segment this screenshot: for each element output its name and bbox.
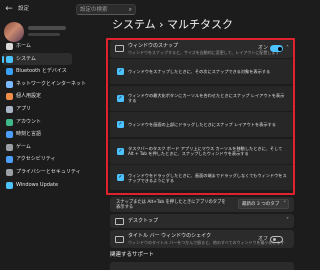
- alt-tab-label-line2: 表示する: [116, 205, 134, 210]
- highlight-box: [106, 38, 295, 195]
- profile-name-placeholder: [28, 26, 66, 30]
- apps-icon: [6, 105, 13, 113]
- desktops-label: デスクトップ: [128, 218, 159, 224]
- monitor-icon: [6, 55, 13, 63]
- account-icon: [6, 118, 13, 126]
- bluetooth-icon: [6, 68, 13, 76]
- sidebar-item-8[interactable]: ゲーム: [2, 141, 72, 154]
- sidebar-item-4[interactable]: 個人用設定: [2, 90, 72, 103]
- search-placeholder: 設定の検索: [80, 7, 108, 13]
- title-bar: ← 設定: [0, 0, 300, 18]
- related-support-card[interactable]: [110, 262, 294, 270]
- accessibility-icon: [6, 156, 13, 164]
- desktops-icon: [115, 218, 124, 225]
- home-icon: [6, 43, 13, 50]
- wifi-icon: [6, 80, 13, 88]
- chevron-down-icon: ˅: [283, 200, 287, 207]
- sidebar-item-10[interactable]: プライバシーとセキュリティ: [2, 166, 81, 179]
- sidebar-item-label: ネットワークとインターネット: [16, 80, 87, 87]
- sidebar-item-label: アクセシビリティ: [16, 156, 56, 163]
- sidebar-item-2[interactable]: Bluetooth とデバイス: [2, 65, 72, 78]
- sidebar-item-label: ゲーム: [16, 143, 31, 150]
- shield-icon: [6, 168, 13, 176]
- sidebar-nav: ホームシステム Bluetooth とデバイスネットワークとインターネット 個人用設…: [2, 40, 86, 192]
- shake-toggle-state: オフ: [258, 236, 269, 242]
- window-shake-icon: [115, 236, 124, 243]
- sidebar-item-label: アカウント: [16, 118, 42, 125]
- sidebar-item-9[interactable]: アクセシビリティ: [2, 153, 72, 166]
- gamepad-icon: [6, 143, 13, 151]
- app-title: 設定: [18, 6, 30, 12]
- update-icon: [6, 181, 13, 189]
- back-arrow-icon[interactable]: ←: [3, 3, 15, 15]
- sidebar-item-label: Bluetooth とデバイス: [16, 68, 67, 75]
- sidebar-item-11[interactable]: Windows Update: [2, 179, 72, 192]
- sidebar-item-label: 時刻と言語: [16, 131, 42, 138]
- sidebar-item-label: 個人用設定: [16, 93, 42, 100]
- chevron-down-icon: ˅: [286, 217, 289, 224]
- sidebar-item-5[interactable]: アプリ: [2, 103, 72, 116]
- search-input[interactable]: 設定の検索 ⌕: [76, 4, 136, 15]
- title-bar-shake-card: タイトル バー ウィンドウのシェイク ウィンドウのタイトル バーをつかんで振ると…: [110, 230, 294, 248]
- search-icon: ⌕: [128, 6, 132, 13]
- sidebar-item-6[interactable]: アカウント: [2, 116, 72, 129]
- globe-clock-icon: [6, 131, 13, 139]
- sidebar-item-1[interactable]: システム: [2, 52, 72, 66]
- sidebar-item-label: アプリ: [16, 105, 32, 112]
- sidebar-item-3[interactable]: ネットワークとインターネット: [2, 78, 86, 91]
- brush-icon: [6, 93, 13, 101]
- sidebar-item-label: プライバシーとセキュリティ: [16, 168, 81, 175]
- sidebar-item-0[interactable]: ホーム: [2, 40, 72, 53]
- sidebar-item-label: Windows Update: [16, 181, 59, 188]
- title-bar-shake-title: タイトル バー ウィンドウのシェイク: [128, 233, 212, 239]
- page-title: システム › マルチタスク: [112, 18, 234, 31]
- sidebar-item-label: システム: [16, 55, 36, 62]
- sidebar-item-7[interactable]: 時刻と言語: [2, 128, 72, 141]
- related-support-heading: 関連するサポート: [110, 252, 155, 258]
- avatar: [4, 22, 24, 42]
- profile-email-placeholder: [28, 33, 60, 36]
- alt-tab-dropdown[interactable]: 最新の 3 つのタブ ˅: [238, 199, 289, 209]
- desktops-card[interactable]: デスクトップ ˅: [110, 214, 294, 228]
- alt-tab-dropdown-value: 最新の 3 つのタブ: [242, 202, 280, 207]
- sidebar-item-label: ホーム: [16, 43, 31, 49]
- title-bar-shake-toggle[interactable]: [270, 236, 283, 243]
